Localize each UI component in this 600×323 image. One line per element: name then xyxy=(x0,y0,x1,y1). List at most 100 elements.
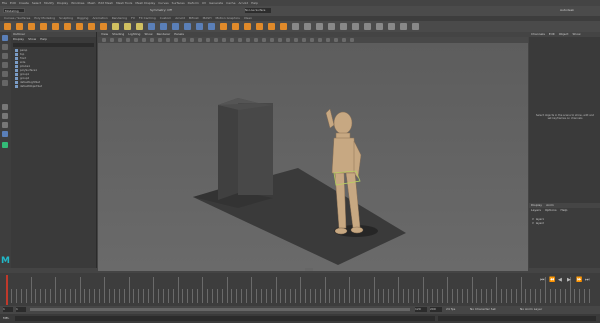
viewport-tool-icon[interactable] xyxy=(286,38,290,42)
shelf-tool-icon[interactable] xyxy=(232,23,239,30)
playback-button[interactable]: ⏭ xyxy=(585,277,590,283)
playback-button[interactable]: ⏩ xyxy=(576,277,582,283)
shelf-tool-icon[interactable] xyxy=(172,23,179,30)
playback-button[interactable]: ▶ xyxy=(567,277,571,283)
viewport-tool-icon[interactable] xyxy=(158,38,162,42)
menu-help[interactable]: Help xyxy=(251,1,258,5)
symmetry-label[interactable]: Symmetry: Off xyxy=(150,8,190,13)
viewport-tool-icon[interactable] xyxy=(262,38,266,42)
channel-tab-object[interactable]: Object xyxy=(559,32,569,37)
menu-edit[interactable]: Edit xyxy=(10,1,16,5)
menu-create[interactable]: Create xyxy=(19,1,29,5)
four-view-icon[interactable] xyxy=(2,113,8,119)
menu-generate[interactable]: Generate xyxy=(209,1,223,5)
viewport-tool-icon[interactable] xyxy=(126,38,130,42)
anim-layer-dropdown[interactable]: No Anim Layer xyxy=(520,307,560,312)
channel-tab-show[interactable]: Show xyxy=(572,32,580,37)
viewport-tool-icon[interactable] xyxy=(278,38,282,42)
command-input[interactable] xyxy=(15,316,435,321)
shelf-tool-icon[interactable] xyxy=(400,23,407,30)
shelf-tool-icon[interactable] xyxy=(16,23,23,30)
select-tool-icon[interactable] xyxy=(2,35,8,41)
layer-row[interactable]: Vlayer2 xyxy=(529,221,600,225)
shelf-tool-icon[interactable] xyxy=(148,23,155,30)
shelf-tool-icon[interactable] xyxy=(376,23,383,30)
layer-menu-help[interactable]: Help xyxy=(561,208,568,213)
viewport-tool-icon[interactable] xyxy=(326,38,330,42)
viewport-tool-icon[interactable] xyxy=(214,38,218,42)
shelf-tool-icon[interactable] xyxy=(412,23,419,30)
viewport-tool-icon[interactable] xyxy=(182,38,186,42)
shelf-tool-icon[interactable] xyxy=(100,23,107,30)
graph-layout-icon[interactable] xyxy=(2,142,8,148)
shelf-tool-icon[interactable] xyxy=(328,23,335,30)
shelf-tool-icon[interactable] xyxy=(124,23,131,30)
shelf-tool-icon[interactable] xyxy=(184,23,191,30)
rotate-tool-icon[interactable] xyxy=(2,71,8,77)
outliner-menu-show[interactable]: Show xyxy=(28,37,36,42)
range-start-field[interactable]: 1 xyxy=(3,307,13,312)
viewport-tool-icon[interactable] xyxy=(110,38,114,42)
outliner-menu-help[interactable]: Help xyxy=(40,37,47,42)
shelf-tool-icon[interactable] xyxy=(364,23,371,30)
range-end-field[interactable]: 120 xyxy=(415,307,427,312)
layer-menu-options[interactable]: Options xyxy=(545,208,557,213)
outliner-layout-icon[interactable] xyxy=(2,122,8,128)
viewport-tool-icon[interactable] xyxy=(238,38,242,42)
sign-in-button[interactable]: Autodesk xyxy=(560,8,588,13)
playback-button[interactable]: ◀ xyxy=(558,277,562,283)
outliner-menu-display[interactable]: Display xyxy=(13,37,24,42)
fps-dropdown[interactable]: 24 fps xyxy=(446,307,466,312)
viewport-tool-icon[interactable] xyxy=(134,38,138,42)
viewport-tool-icon[interactable] xyxy=(166,38,170,42)
single-view-icon[interactable] xyxy=(2,104,8,110)
shelf-tool-icon[interactable] xyxy=(352,23,359,30)
viewport-tool-icon[interactable] xyxy=(342,38,346,42)
menu-uv[interactable]: UV xyxy=(202,1,206,5)
paint-select-icon[interactable] xyxy=(2,53,8,59)
shelf-tool-icon[interactable] xyxy=(340,23,347,30)
viewport-tool-icon[interactable] xyxy=(174,38,178,42)
shelf-tool-icon[interactable] xyxy=(160,23,167,30)
range-start-inner-field[interactable]: 1 xyxy=(16,307,26,312)
shelf-tool-icon[interactable] xyxy=(28,23,35,30)
scale-tool-icon[interactable] xyxy=(2,80,8,86)
shelf-tool-icon[interactable] xyxy=(268,23,275,30)
menu-file[interactable]: File xyxy=(2,1,7,5)
menu-arnold[interactable]: Arnold xyxy=(238,1,248,5)
live-surface-field[interactable]: No Live Surface xyxy=(245,8,271,13)
shelf-tool-icon[interactable] xyxy=(244,23,251,30)
viewport-tool-icon[interactable] xyxy=(102,38,106,42)
shelf-tool-icon[interactable] xyxy=(292,23,299,30)
time-slider[interactable]: ⏮ ⏪ ◀ ▶ ⏩ ⏭ xyxy=(0,273,600,306)
shelf-tool-icon[interactable] xyxy=(304,23,311,30)
outliner-item[interactable]: defaultObjectSet xyxy=(11,84,96,88)
anim-end-field[interactable]: 200 xyxy=(430,307,442,312)
lasso-tool-icon[interactable] xyxy=(2,44,8,50)
menu-select[interactable]: Select xyxy=(32,1,41,5)
shelf-tool-icon[interactable] xyxy=(220,23,227,30)
shelf-tool-icon[interactable] xyxy=(208,23,215,30)
viewport-tool-icon[interactable] xyxy=(350,38,354,42)
menu-deform[interactable]: Deform xyxy=(188,1,199,5)
shelf-tool-icon[interactable] xyxy=(316,23,323,30)
viewport-tool-icon[interactable] xyxy=(198,38,202,42)
shelf-tool-icon[interactable] xyxy=(256,23,263,30)
viewport-tool-icon[interactable] xyxy=(294,38,298,42)
menu-mesh[interactable]: Mesh xyxy=(88,1,96,5)
menu-display[interactable]: Display xyxy=(57,1,68,5)
viewport-tool-icon[interactable] xyxy=(270,38,274,42)
menu-mesh-display[interactable]: Mesh Display xyxy=(135,1,155,5)
viewport-tool-icon[interactable] xyxy=(254,38,258,42)
shelf-tool-icon[interactable] xyxy=(64,23,71,30)
shelf-tool-icon[interactable] xyxy=(40,23,47,30)
viewport-tool-icon[interactable] xyxy=(246,38,250,42)
visibility-toggle[interactable]: V xyxy=(532,222,534,225)
shelf-tool-icon[interactable] xyxy=(112,23,119,30)
playback-button[interactable]: ⏪ xyxy=(549,277,555,283)
menu-curves[interactable]: Curves xyxy=(158,1,168,5)
shelf-tool-icon[interactable] xyxy=(88,23,95,30)
shelf-tool-icon[interactable] xyxy=(280,23,287,30)
shelf-tool-icon[interactable] xyxy=(52,23,59,30)
viewport-tool-icon[interactable] xyxy=(150,38,154,42)
